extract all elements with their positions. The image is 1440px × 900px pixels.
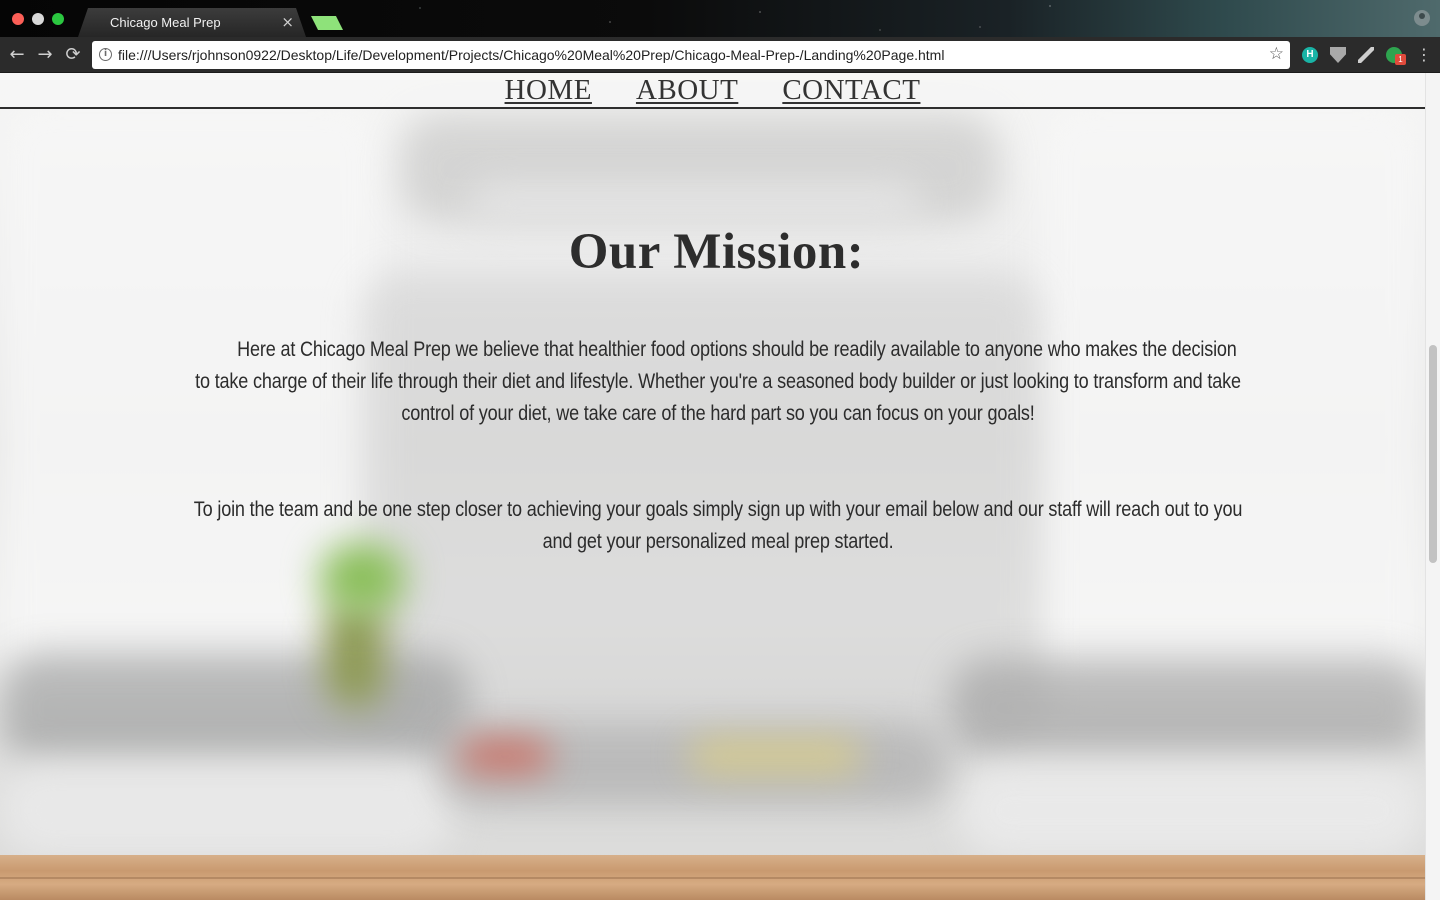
address-bar[interactable]: i ☆ bbox=[92, 41, 1290, 69]
shield-extension-icon[interactable] bbox=[1330, 47, 1346, 63]
bg-stove-yellow-detail bbox=[690, 741, 860, 771]
nav-link-about[interactable]: ABOUT bbox=[636, 73, 738, 108]
bg-cabinet-right bbox=[960, 763, 1425, 858]
browser-tab-active[interactable]: Chicago Meal Prep × bbox=[78, 8, 306, 37]
wrench-extension-icon[interactable] bbox=[1358, 47, 1374, 63]
back-arrow-icon[interactable]: ← bbox=[6, 43, 28, 67]
kitchen-background-image bbox=[0, 73, 1425, 900]
maximize-window-button[interactable] bbox=[52, 13, 64, 25]
forward-arrow-icon[interactable]: → bbox=[34, 43, 56, 67]
bg-wood-table bbox=[0, 855, 1425, 900]
scrollbar-thumb[interactable] bbox=[1429, 345, 1437, 563]
minimize-window-button[interactable] bbox=[32, 13, 44, 25]
browser-menu-icon[interactable]: ⋮ bbox=[1416, 45, 1432, 64]
bg-counter-left bbox=[0, 653, 470, 763]
close-tab-icon[interactable]: × bbox=[281, 13, 294, 31]
bg-plant-jar bbox=[325, 598, 385, 708]
page-scrollbar[interactable] bbox=[1425, 73, 1440, 900]
bg-counter-right bbox=[950, 658, 1425, 758]
bookmark-star-icon[interactable]: ☆ bbox=[1269, 44, 1284, 64]
site-navbar: HOME ABOUT CONTACT bbox=[0, 73, 1425, 109]
close-window-button[interactable] bbox=[12, 13, 24, 25]
profile-icon[interactable] bbox=[1414, 10, 1430, 26]
reload-icon[interactable]: ⟳ bbox=[62, 43, 84, 67]
mission-paragraph-1: Here at Chicago Meal Prep we believe tha… bbox=[195, 338, 1241, 425]
page-viewport: HOME ABOUT CONTACT Our Mission: Here at … bbox=[0, 73, 1440, 900]
tab-title: Chicago Meal Prep bbox=[110, 15, 221, 30]
nav-link-contact[interactable]: CONTACT bbox=[782, 73, 920, 108]
browser-toolbar: ← → ⟳ i ☆ H 1 ⋮ bbox=[0, 37, 1440, 73]
nav-link-home[interactable]: HOME bbox=[505, 73, 592, 108]
extension-badge: 1 bbox=[1395, 54, 1406, 65]
mission-title: Our Mission: bbox=[568, 224, 865, 280]
extension-h-icon[interactable]: H bbox=[1302, 47, 1318, 63]
url-input[interactable] bbox=[118, 45, 1258, 65]
info-icon[interactable]: i bbox=[99, 48, 112, 61]
mission-paragraph-2: To join the team and be one step closer … bbox=[193, 498, 1243, 553]
bg-stove-red-detail bbox=[460, 741, 550, 771]
browser-tab-strip: Chicago Meal Prep × bbox=[0, 0, 1440, 37]
bg-cabinet-left bbox=[0, 763, 450, 858]
bg-range-hood-light bbox=[470, 183, 920, 223]
